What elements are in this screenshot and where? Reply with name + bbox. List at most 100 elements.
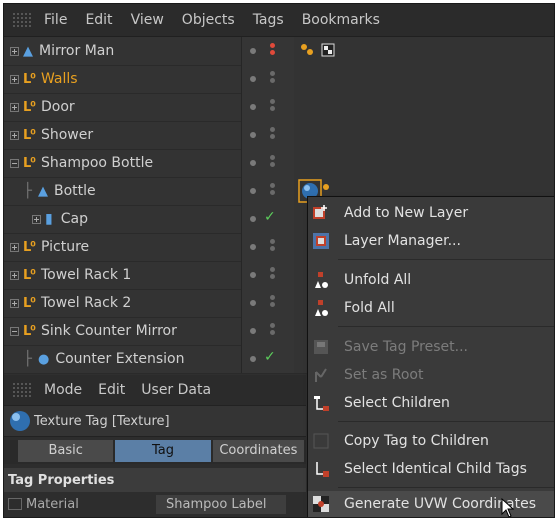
visibility-toggle[interactable] [270,71,276,85]
expand-toggle[interactable] [10,130,19,140]
visibility-column[interactable]: ✓ [241,345,295,373]
menu-tags[interactable]: Tags [253,12,284,28]
enabled-check-icon[interactable]: ✓ [264,349,276,365]
object-row[interactable]: L⁰ Walls [4,65,554,94]
expand-toggle[interactable] [10,298,19,308]
panel-grip-icon[interactable] [12,12,32,28]
tab-tag[interactable]: Tag [115,440,211,462]
cylinder-icon: ▮ [45,211,53,227]
object-label[interactable]: Sink Counter Mirror [41,323,177,339]
layer-dot[interactable] [250,76,256,82]
layer-dot[interactable] [250,48,256,54]
menu-item-unfold-all[interactable]: Unfold All [308,267,554,293]
null-object-icon: L⁰ [23,267,36,283]
expand-toggle[interactable] [10,46,19,56]
menu-bookmarks[interactable]: Bookmarks [302,12,380,28]
object-label[interactable]: Walls [41,71,78,87]
collapse-toggle[interactable] [10,158,19,168]
tag-title: Texture Tag [Texture] [34,413,170,429]
tab-basic[interactable]: Basic [18,440,114,462]
expand-toggle[interactable] [10,102,19,112]
object-label[interactable]: Counter Extension [55,351,184,367]
object-label[interactable]: Mirror Man [39,43,114,59]
visibility-column[interactable] [241,93,295,121]
visibility-column[interactable] [241,177,295,205]
object-label[interactable]: Shampoo Bottle [41,155,153,171]
menu-mode[interactable]: Mode [44,382,82,398]
menu-item-select-children[interactable]: Select Children [308,390,554,416]
visibility-column[interactable] [241,121,295,149]
layer-dot[interactable] [250,300,256,306]
menu-objects[interactable]: Objects [182,12,235,28]
layer-dot[interactable] [250,188,256,194]
layer-dot[interactable] [250,104,256,110]
expand-toggle[interactable] [10,242,19,252]
select-children-icon [308,390,334,416]
menu-edit[interactable]: Edit [98,382,125,398]
layer-dot[interactable] [250,216,256,222]
enabled-check-icon[interactable]: ✓ [264,209,276,225]
menu-item-layer-manager[interactable]: Layer Manager... [308,228,554,254]
layer-dot[interactable] [250,356,256,362]
layer-dot[interactable] [250,272,256,278]
menu-item-fold-all[interactable]: Fold All [308,295,554,321]
object-label[interactable]: Towel Rack 2 [41,295,131,311]
tab-coordinates[interactable]: Coordinates [212,440,305,462]
tags-strip[interactable] [294,37,354,65]
visibility-column[interactable] [241,261,295,289]
visibility-toggle[interactable] [270,323,276,337]
extrude-icon: ● [38,351,50,367]
visibility-toggle[interactable] [270,267,276,281]
animate-toggle-icon[interactable] [8,498,22,510]
object-row[interactable]: L⁰ Shampoo Bottle [4,149,554,178]
null-object-icon: L⁰ [23,99,36,115]
menu-edit[interactable]: Edit [85,12,112,28]
layer-dot[interactable] [250,132,256,138]
object-row[interactable]: L⁰ Shower [4,121,554,150]
object-label[interactable]: Cap [61,211,88,227]
object-label[interactable]: Bottle [54,183,96,199]
layer-dot[interactable] [250,328,256,334]
menu-view[interactable]: View [131,12,164,28]
layer-dot[interactable] [250,160,256,166]
expand-toggle[interactable] [32,214,41,224]
visibility-toggle[interactable] [270,295,276,309]
material-label: Material [26,496,79,512]
menu-file[interactable]: File [44,12,67,28]
visibility-column[interactable] [241,233,295,261]
object-row[interactable]: L⁰ Door [4,93,554,122]
object-label[interactable]: Door [41,99,75,115]
menu-user-data[interactable]: User Data [141,382,211,398]
menu-item-add-to-new-layer[interactable]: Add to New Layer [308,200,554,226]
visibility-column[interactable] [241,317,295,345]
section-header: Tag Properties [4,468,306,492]
cinema4d-window: File Edit View Objects Tags Bookmarks ▲ … [3,3,555,518]
visibility-toggle[interactable] [270,183,276,197]
material-field[interactable]: Shampoo Label [156,494,286,514]
menu-item-select-identical-child-tags[interactable]: Select Identical Child Tags [308,456,554,482]
layer-dot[interactable] [250,244,256,250]
visibility-toggle[interactable] [270,155,276,169]
tree-branch: ├ [23,351,32,367]
visibility-column[interactable] [241,149,295,177]
visibility-column[interactable] [241,37,295,65]
visibility-column[interactable] [241,65,295,93]
visibility-toggle[interactable] [270,99,276,113]
expand-toggle[interactable] [10,74,19,84]
visibility-toggle[interactable] [270,239,276,253]
panel-grip-icon[interactable] [12,382,32,398]
object-label[interactable]: Towel Rack 1 [41,267,131,283]
collapse-toggle[interactable] [10,326,19,336]
menu-item-copy-tag-to-children[interactable]: Copy Tag to Children [308,428,554,454]
visibility-toggle[interactable] [270,43,276,57]
visibility-toggle[interactable] [270,127,276,141]
object-label[interactable]: Picture [41,239,89,255]
object-label[interactable]: Shower [41,127,93,143]
tag-column [294,149,554,177]
tag-column [294,121,554,149]
object-row[interactable]: ▲ Mirror Man [4,37,554,66]
visibility-column[interactable] [241,289,295,317]
expand-toggle[interactable] [10,270,19,280]
visibility-column[interactable]: ✓ [241,205,295,233]
menu-item-generate-uvw-coordinates[interactable]: Generate UVW Coordinates [308,491,554,517]
